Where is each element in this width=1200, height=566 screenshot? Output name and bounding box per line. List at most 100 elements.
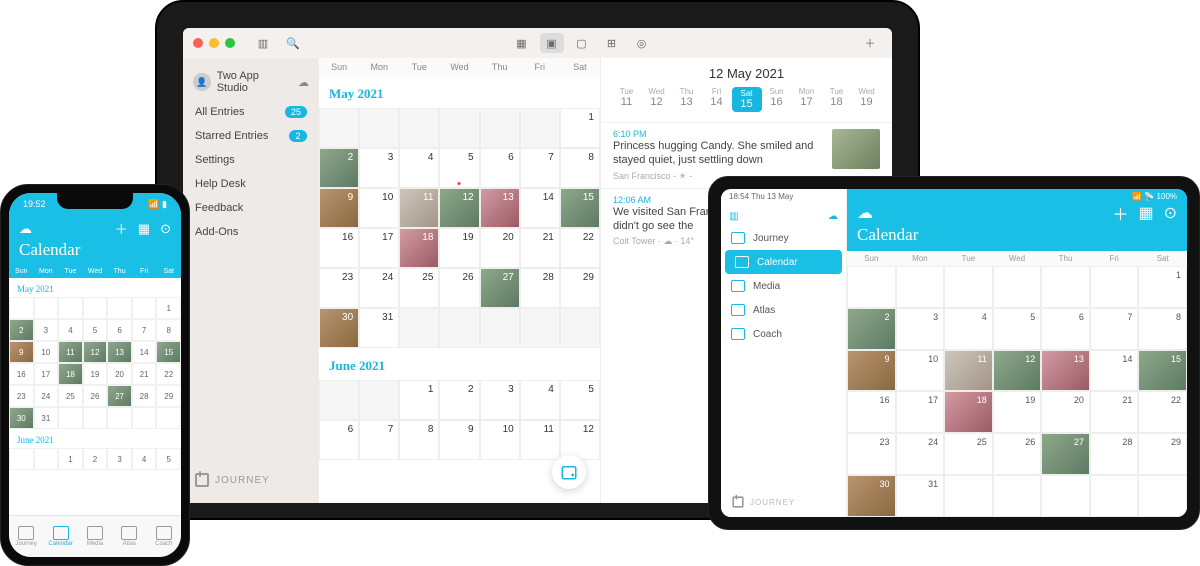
fullscreen-icon[interactable] (225, 38, 235, 48)
calendar-day[interactable]: 8 (156, 319, 181, 341)
calendar-day[interactable]: 24 (896, 433, 945, 475)
calendar-day[interactable]: 13 (480, 188, 520, 228)
calendar-day[interactable]: 9 (319, 188, 359, 228)
calendar-day[interactable]: 31 (896, 475, 945, 517)
calendar-day[interactable]: 25 (399, 268, 439, 308)
calendar-day[interactable]: 30 (9, 407, 34, 429)
calendar-day[interactable]: 29 (156, 385, 181, 407)
sidebar-toggle-icon[interactable]: ▥ (729, 211, 738, 222)
calendar-day[interactable]: 18 (399, 228, 439, 268)
sidebar-item-media[interactable]: Media (721, 274, 846, 298)
calendar-day[interactable]: 8 (399, 420, 439, 460)
calendar-day[interactable]: 28 (1090, 433, 1139, 475)
sidebar-item-feedback[interactable]: Feedback (183, 196, 319, 220)
calendar-day[interactable]: 25 (944, 433, 993, 475)
calendar-day[interactable]: 6 (107, 319, 132, 341)
calendar-day[interactable]: 2 (847, 308, 896, 350)
calendar-day[interactable]: 30 (319, 308, 359, 348)
calendar-day[interactable]: 16 (9, 363, 34, 385)
calendar-day[interactable]: 21 (520, 228, 560, 268)
calendar-day[interactable]: 26 (83, 385, 108, 407)
view-list-icon[interactable]: ▦ (510, 33, 534, 53)
calendar-day[interactable]: 17 (359, 228, 399, 268)
week-day[interactable]: Sat15 (732, 87, 762, 112)
calendar-day[interactable]: 12 (439, 188, 479, 228)
calendar-day[interactable]: 18 (58, 363, 83, 385)
calendar-day[interactable]: 3 (896, 308, 945, 350)
calendar-day[interactable]: 13 (107, 341, 132, 363)
calendar-day[interactable]: 16 (319, 228, 359, 268)
calendar-day[interactable]: 3 (34, 319, 59, 341)
view-media-icon[interactable]: ▢ (570, 33, 594, 53)
grid-icon[interactable]: ▦ (1138, 203, 1153, 223)
calendar-day[interactable]: 4 (58, 319, 83, 341)
week-day[interactable]: Tue18 (822, 87, 852, 112)
sidebar-item-settings[interactable]: Settings (183, 148, 319, 172)
calendar-day[interactable]: 29 (1138, 433, 1187, 475)
calendar-day[interactable]: 22 (156, 363, 181, 385)
calendar-day[interactable]: 14 (520, 188, 560, 228)
sidebar-item-coach[interactable]: Coach (721, 322, 846, 346)
calendar-day[interactable]: 1 (1138, 266, 1187, 308)
calendar-day[interactable]: 15 (560, 188, 600, 228)
grid-icon[interactable]: ▦ (138, 221, 150, 237)
calendar-day[interactable]: 7 (1090, 308, 1139, 350)
add-entry-icon[interactable]: ＋ (858, 33, 882, 53)
sidebar-item-journey[interactable]: Journey (721, 226, 846, 250)
add-icon[interactable]: ＋ (1112, 201, 1128, 225)
calendar-day[interactable]: 9 (9, 341, 34, 363)
calendar-day[interactable]: 20 (1041, 391, 1090, 433)
view-atlas-icon[interactable]: ⊞ (600, 33, 624, 53)
cloud-icon[interactable]: ☁ (828, 211, 838, 222)
tab-atlas[interactable]: Atlas (112, 516, 146, 557)
calendar-day[interactable]: 19 (993, 391, 1042, 433)
calendar-day[interactable]: 15 (1138, 350, 1187, 392)
calendar-day[interactable]: 23 (9, 385, 34, 407)
calendar-day[interactable]: 3 (107, 448, 132, 470)
calendar-day[interactable]: 5 (560, 380, 600, 420)
new-entry-fab[interactable] (552, 455, 586, 489)
calendar-day[interactable]: 4 (399, 148, 439, 188)
week-day[interactable]: Fri14 (702, 87, 732, 112)
sidebar-item-calendar[interactable]: Calendar (725, 250, 842, 274)
calendar-day[interactable]: 10 (896, 350, 945, 392)
calendar-day[interactable]: 31 (34, 407, 59, 429)
calendar-day[interactable]: 1 (156, 297, 181, 319)
calendar-day[interactable]: 18 (944, 391, 993, 433)
calendar-day[interactable]: 4 (132, 448, 157, 470)
calendar-day[interactable]: 11 (520, 420, 560, 460)
calendar-day[interactable]: 13 (1041, 350, 1090, 392)
week-day[interactable]: Wed12 (642, 87, 672, 112)
week-day[interactable]: Wed19 (852, 87, 882, 112)
calendar-day[interactable]: 1 (58, 448, 83, 470)
minimize-icon[interactable] (209, 38, 219, 48)
calendar-day[interactable]: 2 (9, 319, 34, 341)
calendar-day[interactable]: 2 (439, 380, 479, 420)
calendar-day[interactable]: 22 (560, 228, 600, 268)
calendar-day[interactable]: 25 (58, 385, 83, 407)
sidebar-toggle-icon[interactable]: ▥ (251, 33, 275, 53)
calendar-day[interactable]: 22 (1138, 391, 1187, 433)
calendar-day[interactable]: 26 (439, 268, 479, 308)
sidebar-item-help-desk[interactable]: Help Desk (183, 172, 319, 196)
sidebar-item-atlas[interactable]: Atlas (721, 298, 846, 322)
week-day[interactable]: Tue11 (612, 87, 642, 112)
view-coach-icon[interactable]: ◎ (630, 33, 654, 53)
calendar-day[interactable]: 15 (156, 341, 181, 363)
calendar-day[interactable]: 7 (520, 148, 560, 188)
calendar-day[interactable]: 21 (1090, 391, 1139, 433)
calendar-day[interactable]: 5 (993, 308, 1042, 350)
tab-journey[interactable]: Journey (9, 516, 43, 557)
week-day[interactable]: Mon17 (792, 87, 822, 112)
close-icon[interactable] (193, 38, 203, 48)
calendar-day[interactable]: 23 (847, 433, 896, 475)
calendar-day[interactable]: 8 (560, 148, 600, 188)
week-day[interactable]: Sun16 (762, 87, 792, 112)
calendar-day[interactable]: 3 (359, 148, 399, 188)
calendar-day[interactable]: 1 (560, 108, 600, 148)
calendar-day[interactable]: 17 (34, 363, 59, 385)
calendar-day[interactable]: 19 (83, 363, 108, 385)
calendar-day[interactable]: 11 (399, 188, 439, 228)
tab-coach[interactable]: Coach (147, 516, 181, 557)
calendar-day[interactable]: 3 (480, 380, 520, 420)
